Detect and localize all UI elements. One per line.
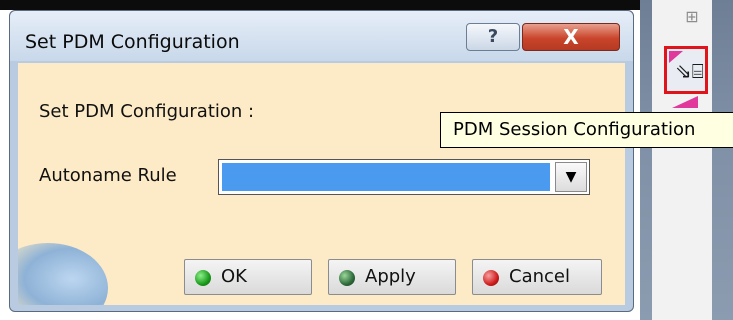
close-button[interactable]: X [522, 23, 620, 51]
red-ball-icon [483, 270, 499, 286]
tooltip: PDM Session Configuration [440, 112, 733, 148]
ok-button[interactable]: OK [184, 259, 312, 295]
autoname-rule-combo[interactable]: ▼ [218, 159, 590, 195]
set-pdm-configuration-dialog: Set PDM Configuration ? X Set PDM Config… [9, 10, 634, 312]
autoname-rule-value[interactable] [222, 163, 550, 191]
chevron-down-icon[interactable]: ▼ [555, 162, 587, 192]
decorative-graphic [18, 243, 108, 305]
autoname-rule-label: Autoname Rule [39, 165, 177, 186]
dark-green-ball-icon [339, 270, 355, 286]
dialog-titlebar[interactable]: Set PDM Configuration ? X [10, 11, 633, 61]
green-ball-icon [195, 270, 211, 286]
toolbar-icon-top[interactable]: ⊞ [678, 4, 706, 30]
ok-label: OK [221, 266, 247, 287]
dialog-heading: Set PDM Configuration : [39, 101, 255, 122]
dialog-title: Set PDM Configuration [25, 31, 240, 53]
apply-button[interactable]: Apply [328, 259, 456, 295]
cancel-button[interactable]: Cancel [472, 259, 602, 295]
cancel-label: Cancel [509, 266, 570, 287]
pdm-session-configuration-icon: ⇘⌸ [675, 59, 704, 83]
pdm-session-configuration-button[interactable]: ⇘⌸ [664, 46, 708, 94]
apply-label: Apply [365, 266, 416, 287]
dialog-body: Set PDM Configuration : Autoname Rule ▼ … [18, 63, 625, 305]
help-button[interactable]: ? [466, 23, 520, 51]
top-strip [0, 0, 733, 10]
